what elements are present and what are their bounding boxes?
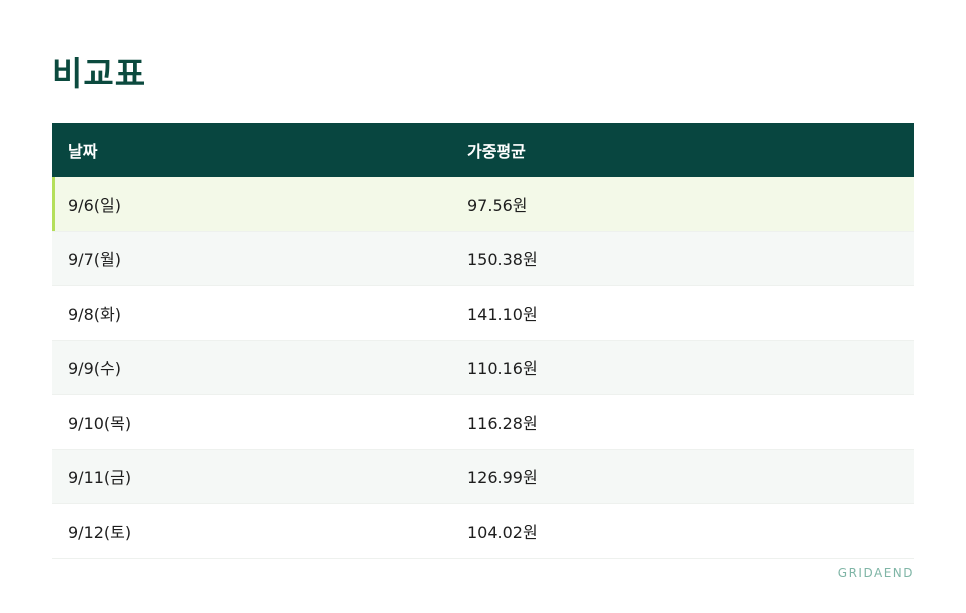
cell-weighted-average: 104.02원 xyxy=(467,522,538,542)
cell-date: 9/8(화) xyxy=(68,304,121,324)
cell-date: 9/10(목) xyxy=(68,413,132,433)
header-date: 날짜 xyxy=(68,142,98,161)
table-row: 9/10(목) 116.28원 xyxy=(52,395,914,450)
cell-date: 9/9(수) xyxy=(68,359,121,379)
table-row: 9/9(수) 110.16원 xyxy=(52,340,914,395)
table-row: 9/12(토) 104.02원 xyxy=(52,504,914,559)
page-title: 비교표 xyxy=(52,54,147,93)
cell-date: 9/6(일) xyxy=(68,195,121,215)
cell-date: 9/11(금) xyxy=(68,468,132,488)
brand-watermark: GRIDAEND xyxy=(837,566,914,580)
table-row: 9/11(금) 126.99원 xyxy=(52,449,914,504)
cell-date: 9/12(토) xyxy=(68,522,132,542)
table-header: 날짜 가중평균 xyxy=(52,123,914,177)
cell-weighted-average: 126.99원 xyxy=(467,468,538,488)
cell-weighted-average: 150.38원 xyxy=(467,250,538,270)
cell-weighted-average: 116.28원 xyxy=(467,413,538,433)
header-weighted-average: 가중평균 xyxy=(467,142,526,161)
table-row: 9/6(일) 97.56원 xyxy=(52,177,914,232)
table-row: 9/8(화) 141.10원 xyxy=(52,286,914,341)
comparison-table: 날짜 가중평균 9/6(일) 97.56원 9/7(월) 150.38원 9/8… xyxy=(52,123,914,559)
cell-weighted-average: 97.56원 xyxy=(467,195,528,215)
cell-weighted-average: 141.10원 xyxy=(467,304,538,324)
cell-weighted-average: 110.16원 xyxy=(467,359,538,379)
table-row: 9/7(월) 150.38원 xyxy=(52,231,914,286)
cell-date: 9/7(월) xyxy=(68,250,121,270)
